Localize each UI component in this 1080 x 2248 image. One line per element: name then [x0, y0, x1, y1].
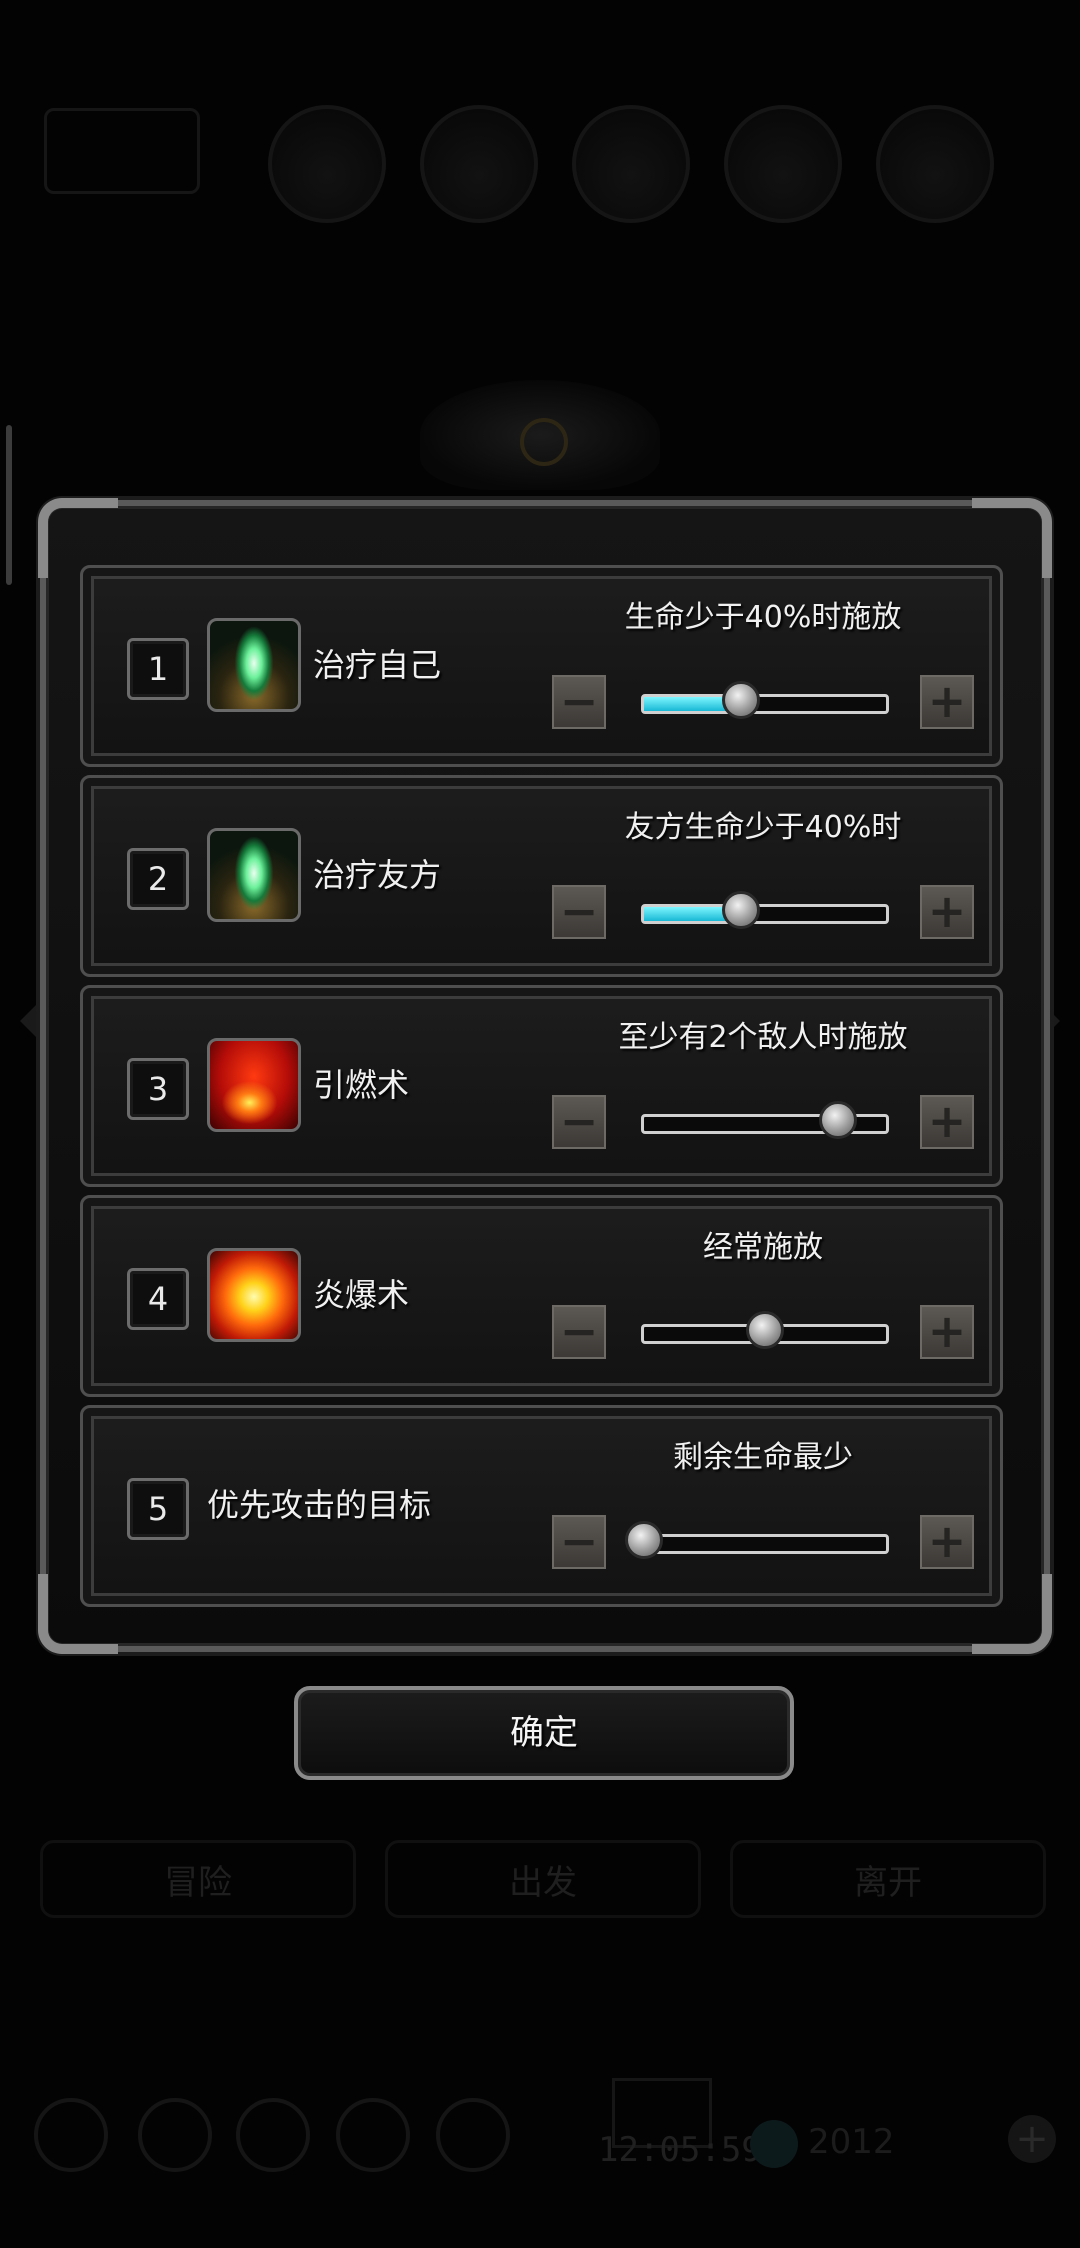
cast-condition: 经常施放: [703, 1230, 823, 1265]
scroll-indicator: [6, 425, 12, 585]
bg-menu-icon: [436, 2098, 510, 2172]
cast-condition: 剩余生命最少: [673, 1440, 853, 1475]
bg-plus-icon: +: [1008, 2115, 1056, 2163]
slider-knob[interactable]: [818, 1101, 857, 1139]
bg-coin-count: 2012: [808, 2122, 895, 2162]
condition-slider[interactable]: [641, 1311, 889, 1349]
bg-menu-icon: [34, 2098, 108, 2172]
bg-clock: 12:05:59: [598, 2130, 762, 2170]
decrease-button[interactable]: −: [552, 1305, 606, 1359]
bg-nav-adventure: 冒险: [40, 1840, 356, 1918]
skill-row: 3 引燃术 至少有2个敌人时施放 − +: [80, 985, 1003, 1187]
skill-name: 引燃术: [313, 1066, 410, 1104]
increase-button[interactable]: +: [920, 675, 974, 729]
condition-slider[interactable]: [641, 681, 889, 719]
heal-icon: [207, 618, 301, 712]
bg-hero-portrait: [420, 105, 538, 223]
increase-button[interactable]: +: [920, 1095, 974, 1149]
priority-number: 5: [127, 1478, 189, 1540]
slider-knob[interactable]: [625, 1521, 663, 1559]
bg-coin-icon: [750, 2120, 798, 2168]
cast-condition: 生命少于40%时施放: [624, 600, 902, 635]
priority-number: 4: [127, 1268, 189, 1330]
increase-button[interactable]: +: [920, 885, 974, 939]
skill-name: 炎爆术: [313, 1276, 410, 1314]
ignite-icon: [207, 1038, 301, 1132]
cast-condition: 友方生命少于40%时: [624, 810, 902, 845]
decrease-button[interactable]: −: [552, 885, 606, 939]
slider-knob[interactable]: [721, 681, 760, 719]
condition-slider[interactable]: [641, 891, 889, 929]
priority-number: 3: [127, 1058, 189, 1120]
bg-menu-icon: [236, 2098, 310, 2172]
bg-top-left-box: [44, 108, 200, 194]
condition-slider[interactable]: [641, 1101, 889, 1139]
condition-slider[interactable]: [625, 1521, 889, 1559]
skill-row: 5 优先攻击的目标 剩余生命最少 − +: [80, 1405, 1003, 1607]
pyroblast-icon: [207, 1248, 301, 1342]
confirm-button[interactable]: 确定: [294, 1686, 794, 1780]
cast-condition: 至少有2个敌人时施放: [618, 1020, 908, 1055]
heal-icon: [207, 828, 301, 922]
priority-number: 1: [127, 638, 189, 700]
slider-knob[interactable]: [746, 1311, 784, 1349]
bg-hero-portrait: [876, 105, 994, 223]
bg-nav-depart: 出发: [385, 1840, 701, 1918]
increase-button[interactable]: +: [920, 1305, 974, 1359]
skill-name: 优先攻击的目标: [207, 1486, 432, 1524]
bg-hero-portrait: [724, 105, 842, 223]
decrease-button[interactable]: −: [552, 1095, 606, 1149]
bg-menu-icon: [336, 2098, 410, 2172]
bg-ring-icon: [520, 418, 568, 466]
bg-hero-portrait: [268, 105, 386, 223]
skill-row: 2 治疗友方 友方生命少于40%时 − +: [80, 775, 1003, 977]
increase-button[interactable]: +: [920, 1515, 974, 1569]
slider-knob[interactable]: [721, 891, 760, 929]
decrease-button[interactable]: −: [552, 675, 606, 729]
priority-number: 2: [127, 848, 189, 910]
skill-row: 4 炎爆术 经常施放 − +: [80, 1195, 1003, 1397]
skill-name: 治疗友方: [313, 856, 442, 894]
decrease-button[interactable]: −: [552, 1515, 606, 1569]
bg-menu-icon: [138, 2098, 212, 2172]
skill-name: 治疗自己: [313, 646, 442, 684]
bg-hero-portrait: [572, 105, 690, 223]
bg-nav-leave: 离开: [730, 1840, 1046, 1918]
skill-row: 1 治疗自己 生命少于40%时施放 − +: [80, 565, 1003, 767]
